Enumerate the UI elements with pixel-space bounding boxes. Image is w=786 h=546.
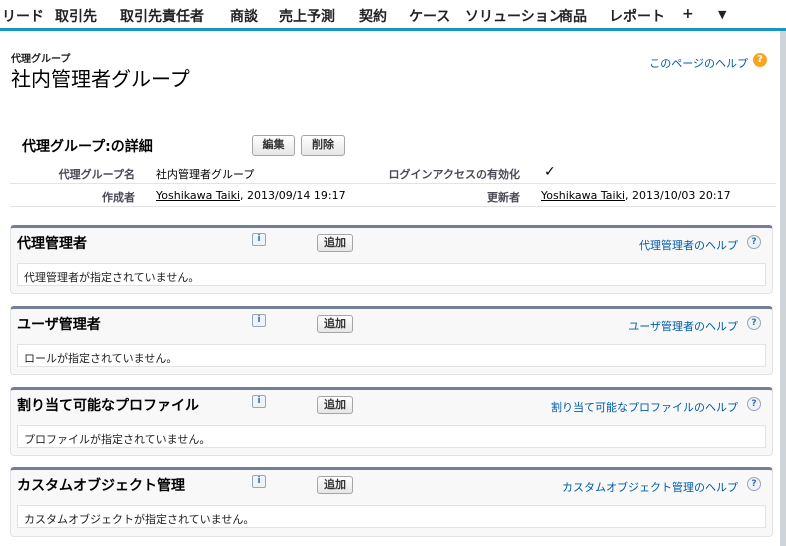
- empty-message: カスタムオブジェクトが指定されていません。: [24, 513, 255, 526]
- add-tab-plus-icon[interactable]: +: [682, 6, 694, 22]
- section-help-link[interactable]: カスタムオブジェクト管理のヘルプ: [562, 479, 738, 495]
- more-tabs-chevron-down-icon[interactable]: ▼: [718, 8, 726, 21]
- info-icon[interactable]: i: [252, 233, 266, 246]
- section-help-link[interactable]: ユーザ管理者のヘルプ: [628, 318, 738, 334]
- created-date: , 2013/09/14 19:17: [240, 189, 346, 202]
- created-by-value: Yoshikawa Taiki, 2013/09/14 19:17: [156, 189, 346, 202]
- group-name-label: 代理グループ名: [58, 168, 135, 181]
- add-button[interactable]: 追加: [317, 396, 353, 414]
- section-title: カスタムオブジェクト管理: [17, 478, 185, 494]
- tab-leads[interactable]: リード: [2, 6, 44, 26]
- empty-message: ロールが指定されていません。: [24, 352, 178, 365]
- tab-reports[interactable]: レポート: [609, 6, 665, 26]
- created-by-label: 作成者: [102, 191, 135, 204]
- login-access-label: ログインアクセスの有効化: [388, 168, 520, 181]
- help-icon[interactable]: ?: [747, 397, 761, 411]
- modified-date: , 2013/10/03 20:17: [625, 189, 731, 202]
- related-list-delegated-admins: 代理管理者 i 追加 代理管理者のヘルプ ? 代理管理者が指定されていません。: [10, 225, 773, 294]
- modified-by-value: Yoshikawa Taiki, 2013/10/03 20:17: [541, 189, 731, 202]
- tab-opportunities[interactable]: 商談: [230, 6, 258, 26]
- section-title: 割り当て可能なプロファイル: [17, 398, 199, 414]
- tab-contacts[interactable]: 取引先責任者: [120, 6, 204, 26]
- section-title: 代理管理者: [17, 236, 87, 252]
- info-icon[interactable]: i: [252, 314, 266, 327]
- edit-button[interactable]: 編集: [252, 135, 295, 156]
- tab-bar: リード 取引先 取引先責任者 商談 売上予測 契約 ケース ソリューション 商品…: [0, 0, 786, 31]
- right-edge-strip: [780, 31, 786, 546]
- info-icon[interactable]: i: [252, 395, 266, 408]
- modified-by-user-link[interactable]: Yoshikawa Taiki: [541, 189, 625, 202]
- empty-message: プロファイルが指定されていません。: [24, 433, 211, 446]
- add-button[interactable]: 追加: [317, 234, 353, 252]
- help-icon[interactable]: ?: [747, 477, 761, 491]
- help-icon[interactable]: ?: [747, 316, 761, 330]
- group-name-value: 社内管理者グループ: [156, 168, 255, 181]
- page-help-icon[interactable]: ?: [753, 53, 767, 67]
- tab-accounts[interactable]: 取引先: [55, 6, 97, 26]
- tab-cases[interactable]: ケース: [409, 6, 450, 26]
- section-body: プロファイルが指定されていません。: [17, 425, 766, 448]
- created-by-user-link[interactable]: Yoshikawa Taiki: [156, 189, 240, 202]
- page-help-link[interactable]: このページのヘルプ: [649, 55, 748, 71]
- tab-products[interactable]: 商品: [559, 6, 587, 26]
- empty-message: 代理管理者が指定されていません。: [24, 271, 200, 284]
- related-list-user-admins: ユーザ管理者 i 追加 ユーザ管理者のヘルプ ? ロールが指定されていません。: [10, 306, 773, 375]
- login-access-check-icon: ✓: [544, 164, 556, 180]
- delete-button[interactable]: 削除: [301, 135, 345, 156]
- section-body: 代理管理者が指定されていません。: [17, 263, 766, 286]
- help-icon[interactable]: ?: [747, 235, 761, 249]
- tab-forecasts[interactable]: 売上予測: [279, 6, 335, 26]
- section-body: カスタムオブジェクトが指定されていません。: [17, 505, 766, 528]
- related-list-assignable-profiles: 割り当て可能なプロファイル i 追加 割り当て可能なプロファイルのヘルプ ? プ…: [10, 387, 773, 456]
- related-list-custom-objects: カスタムオブジェクト管理 i 追加 カスタムオブジェクト管理のヘルプ ? カスタ…: [10, 467, 773, 537]
- tab-contracts[interactable]: 契約: [359, 6, 387, 26]
- detail-section-title: 代理グループ:の詳細: [22, 139, 153, 155]
- page-title: 社内管理者グループ: [11, 67, 190, 91]
- add-button[interactable]: 追加: [317, 476, 353, 494]
- add-button[interactable]: 追加: [317, 315, 353, 333]
- section-body: ロールが指定されていません。: [17, 344, 766, 367]
- section-help-link[interactable]: 代理管理者のヘルプ: [639, 237, 738, 253]
- section-title: ユーザ管理者: [17, 317, 101, 333]
- modified-by-label: 更新者: [487, 191, 520, 204]
- info-icon[interactable]: i: [252, 475, 266, 488]
- section-help-link[interactable]: 割り当て可能なプロファイルのヘルプ: [551, 399, 738, 415]
- tab-solutions[interactable]: ソリューション: [465, 6, 563, 26]
